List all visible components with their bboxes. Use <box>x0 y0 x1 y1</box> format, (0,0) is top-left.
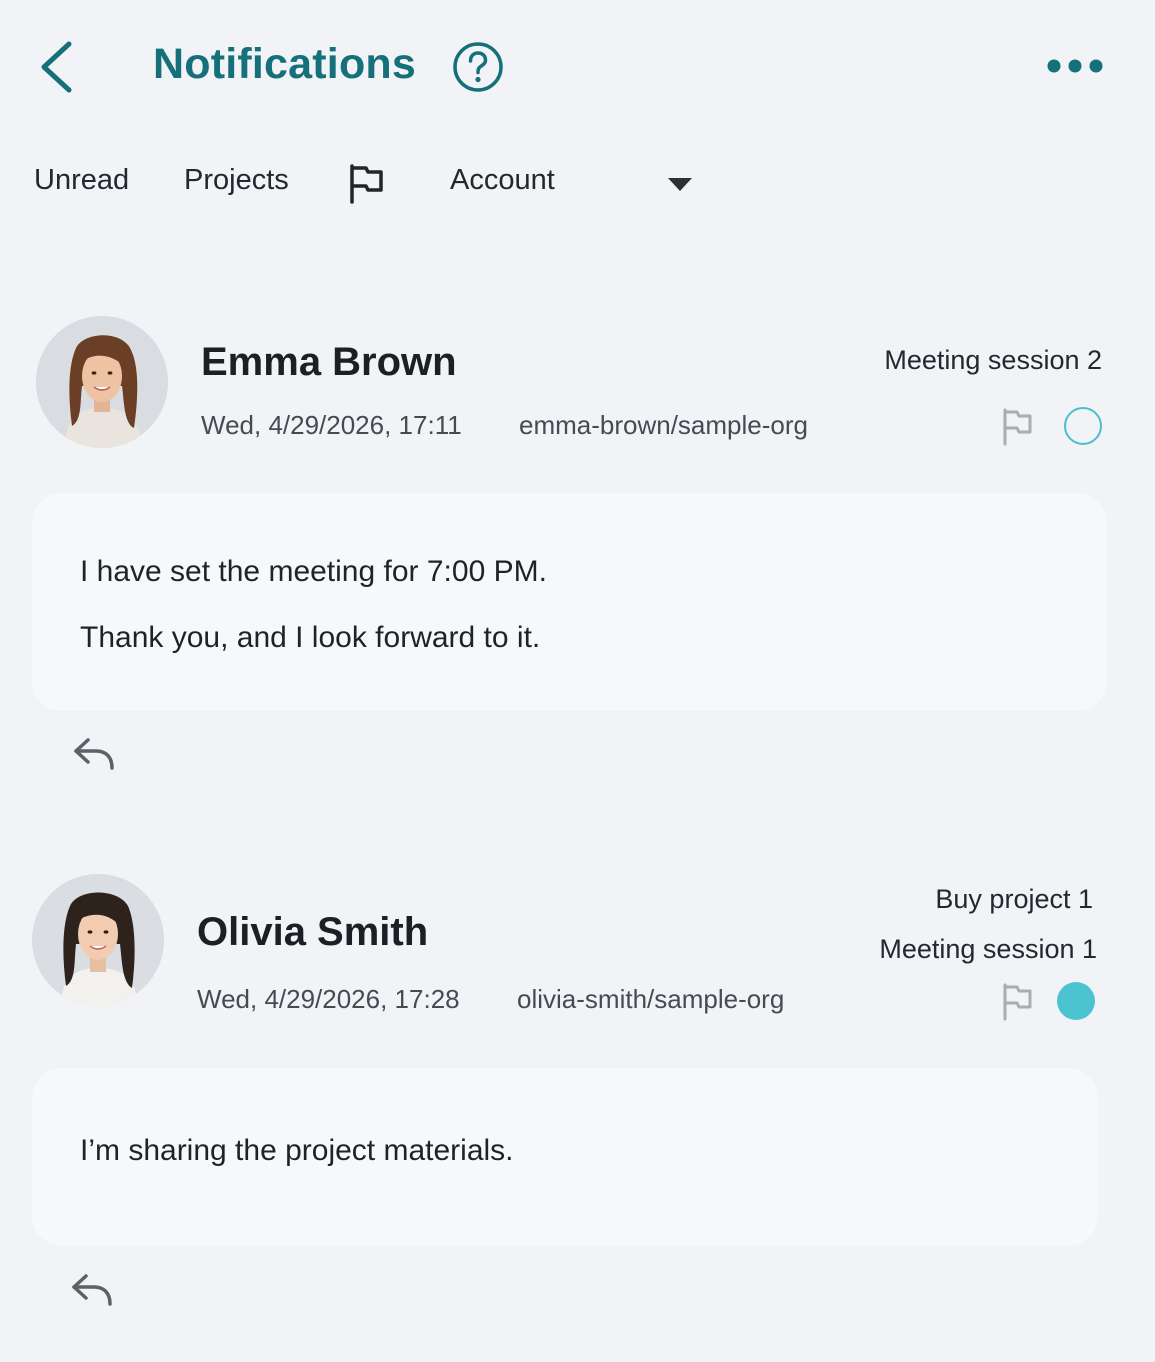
reply-icon <box>72 1274 112 1306</box>
timestamp: Wed, 4/29/2026, 17:11 <box>201 410 462 440</box>
message-card: I have set the meeting for 7:00 PM. Than… <box>32 493 1107 711</box>
filter-bar: Unread Projects Account <box>0 150 1155 220</box>
flag-outline-icon <box>1003 408 1032 446</box>
message-line: Thank you, and I look forward to it. <box>80 621 541 654</box>
filter-account[interactable]: Account <box>450 164 555 197</box>
avatar <box>36 316 168 448</box>
sender-name: Olivia Smith <box>197 910 429 954</box>
tag-label: Meeting session 2 <box>884 345 1102 375</box>
flag-button[interactable] <box>998 981 1038 1023</box>
caret-down-icon <box>668 178 692 191</box>
reply-button[interactable] <box>68 1270 118 1310</box>
org-path[interactable]: emma-brown/sample-org <box>519 410 808 441</box>
account-dropdown-toggle[interactable] <box>660 172 700 198</box>
avatar-photo-olivia <box>32 874 164 1006</box>
message-line: I have set the meeting for 7:00 PM. <box>80 555 547 588</box>
help-icon <box>453 42 503 92</box>
flag-button[interactable] <box>998 406 1038 448</box>
filter-projects[interactable]: Projects <box>184 164 289 197</box>
sender-name: Emma Brown <box>201 340 457 384</box>
notifications-page: Notifications Unread Projects Account Em… <box>0 0 1155 1362</box>
more-horizontal-icon <box>1047 59 1103 73</box>
timestamp: Wed, 4/29/2026, 17:28 <box>197 984 460 1014</box>
reply-button[interactable] <box>70 734 120 774</box>
back-button[interactable] <box>34 36 82 98</box>
message-line: I’m sharing the project materials. <box>80 1134 514 1167</box>
filter-unread[interactable]: Unread <box>34 164 129 197</box>
chevron-left-icon <box>41 41 72 93</box>
tag-label: Meeting session 1 <box>879 934 1097 964</box>
notification-item[interactable]: Emma Brown Wed, 4/29/2026, 17:11 emma-br… <box>0 310 1155 780</box>
avatar-photo-emma <box>36 316 168 448</box>
avatar <box>32 874 164 1006</box>
page-title: Notifications <box>153 40 416 88</box>
flag-outline-icon <box>1003 983 1032 1021</box>
notification-item[interactable]: Olivia Smith Wed, 4/29/2026, 17:28 olivi… <box>0 868 1155 1338</box>
read-status-toggle[interactable] <box>1057 982 1095 1020</box>
header: Notifications <box>0 0 1155 135</box>
flag-icon <box>350 164 383 204</box>
message-card: I’m sharing the project materials. <box>32 1068 1098 1246</box>
filter-flagged[interactable] <box>344 162 390 206</box>
org-path[interactable]: olivia-smith/sample-org <box>517 984 784 1015</box>
help-button[interactable] <box>451 40 505 94</box>
reply-icon <box>74 738 114 770</box>
tag-label: Buy project 1 <box>935 884 1093 914</box>
more-options-button[interactable] <box>1040 46 1110 86</box>
read-status-toggle[interactable] <box>1064 407 1102 445</box>
